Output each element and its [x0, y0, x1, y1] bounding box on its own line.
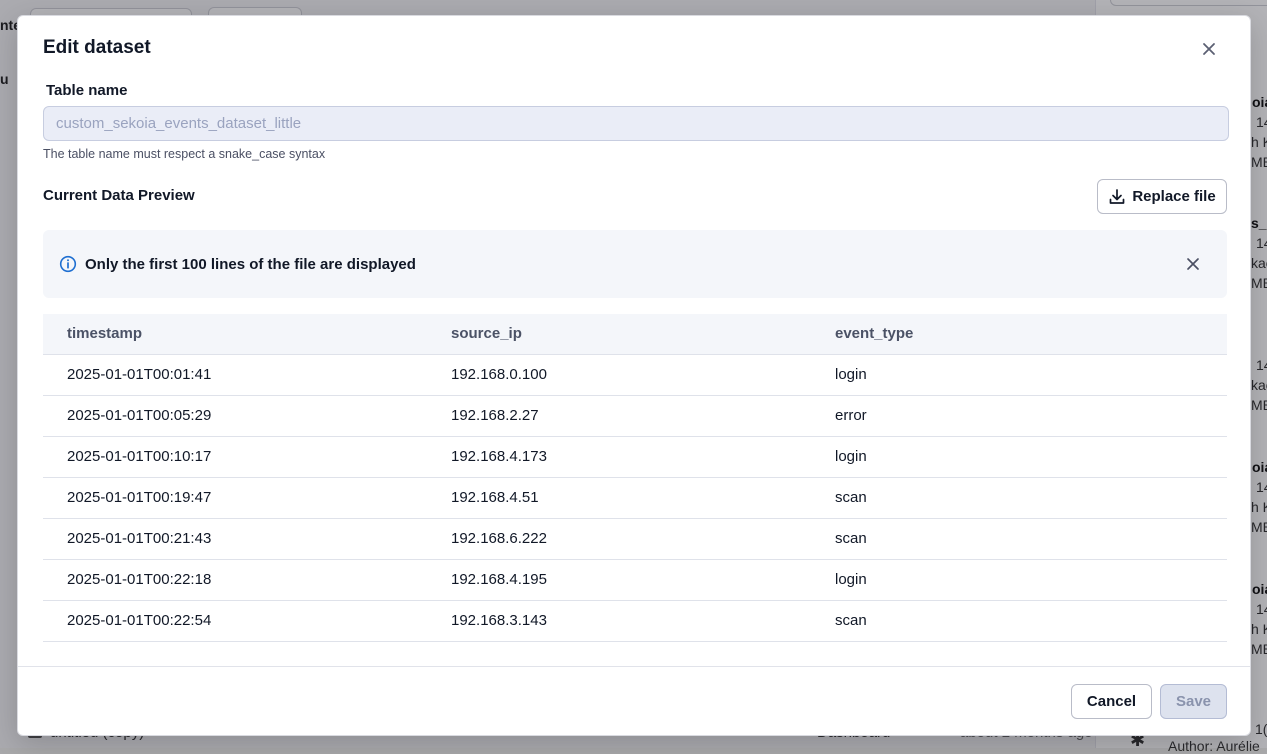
table-row: 2025-01-01T00:22:18 192.168.4.195 login [43, 559, 1227, 601]
modal-title: Edit dataset [43, 37, 151, 58]
edit-dataset-modal: Edit dataset Table name The table name m… [17, 15, 1251, 736]
table-cell: scan [811, 477, 1227, 519]
table-cell: login [811, 559, 1227, 601]
replace-file-label: Replace file [1132, 188, 1216, 205]
preview-title: Current Data Preview [43, 187, 195, 204]
footer-divider [18, 666, 1250, 667]
dismiss-banner-button[interactable] [1185, 256, 1201, 272]
replace-file-button[interactable]: Replace file [1097, 179, 1227, 214]
table-cell: 2025-01-01T00:22:18 [43, 559, 427, 601]
table-row: 2025-01-01T00:19:47 192.168.4.51 scan [43, 477, 1227, 519]
column-header: event_type [811, 314, 1227, 355]
download-icon [1109, 188, 1125, 204]
table-name-label: Table name [46, 82, 128, 99]
table-cell: login [811, 436, 1227, 478]
data-preview-table: timestamp source_ip event_type 2025-01-0… [43, 314, 1227, 642]
column-header: source_ip [427, 314, 811, 355]
table-cell: 192.168.2.27 [427, 395, 811, 437]
table-cell: 192.168.4.195 [427, 559, 811, 601]
info-icon [59, 255, 77, 273]
table-row: 2025-01-01T00:21:43 192.168.6.222 scan [43, 518, 1227, 560]
info-message: Only the first 100 lines of the file are… [85, 256, 416, 273]
table-cell: 2025-01-01T00:21:43 [43, 518, 427, 560]
save-button[interactable]: Save [1160, 684, 1227, 719]
table-cell: 192.168.0.100 [427, 354, 811, 396]
table-cell: login [811, 354, 1227, 396]
table-name-input[interactable] [43, 106, 1229, 141]
table-cell: 2025-01-01T00:01:41 [43, 354, 427, 396]
table-cell: scan [811, 600, 1227, 642]
table-cell: 192.168.3.143 [427, 600, 811, 642]
table-header-row: timestamp source_ip event_type [43, 314, 1227, 355]
table-cell: 192.168.4.173 [427, 436, 811, 478]
table-cell: 2025-01-01T00:22:54 [43, 600, 427, 642]
table-name-help: The table name must respect a snake_case… [43, 147, 326, 161]
table-cell: error [811, 395, 1227, 437]
close-icon [1203, 43, 1215, 55]
table-cell: scan [811, 518, 1227, 560]
table-row: 2025-01-01T00:22:54 192.168.3.143 scan [43, 600, 1227, 642]
table-cell: 192.168.6.222 [427, 518, 811, 560]
table-cell: 2025-01-01T00:19:47 [43, 477, 427, 519]
table-row: 2025-01-01T00:05:29 192.168.2.27 error [43, 395, 1227, 437]
table-row: 2025-01-01T00:01:41 192.168.0.100 login [43, 354, 1227, 396]
column-header: timestamp [43, 314, 427, 355]
info-banner: Only the first 100 lines of the file are… [43, 230, 1227, 298]
table-cell: 2025-01-01T00:05:29 [43, 395, 427, 437]
table-cell: 2025-01-01T00:10:17 [43, 436, 427, 478]
cancel-button[interactable]: Cancel [1071, 684, 1152, 719]
close-button[interactable] [1198, 38, 1220, 60]
table-row: 2025-01-01T00:10:17 192.168.4.173 login [43, 436, 1227, 478]
close-icon [1187, 258, 1199, 270]
table-cell: 192.168.4.51 [427, 477, 811, 519]
